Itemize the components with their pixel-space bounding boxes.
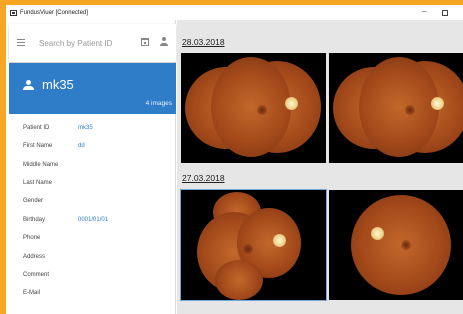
app-window: FundusViuer [Connected] – mk35 4 images …	[6, 5, 463, 314]
field-label: Birthday	[23, 217, 46, 223]
image-gallery: 28.03.2018 27.03.2018	[177, 20, 463, 314]
window-title: FundusViuer [Connected]	[20, 9, 88, 16]
menu-icon[interactable]	[17, 39, 25, 46]
field-label: Address	[23, 254, 46, 260]
field-value: dd	[78, 143, 85, 149]
fundus-image-thumbnail[interactable]	[329, 190, 463, 300]
app-icon	[10, 9, 17, 16]
fundus-image-thumbnail[interactable]	[180, 189, 327, 301]
field-label: Patient ID	[23, 125, 50, 131]
field-label: Gender	[23, 198, 44, 204]
patient-sidebar: mk35 4 images Patient ID mk35 First Name…	[9, 20, 176, 314]
patient-name: mk35	[42, 77, 74, 92]
field-value: 0001/01/01	[78, 217, 109, 223]
field-label: Middle Name	[23, 162, 59, 168]
field-label: Comment	[23, 272, 50, 278]
calendar-icon[interactable]	[141, 38, 149, 46]
field-value: mk35	[78, 125, 93, 131]
fundus-image-thumbnail[interactable]	[329, 53, 463, 163]
person-search-icon[interactable]	[160, 37, 169, 47]
image-count: 4 images	[145, 100, 172, 107]
session-date-label[interactable]: 27.03.2018	[182, 173, 225, 183]
minimize-button[interactable]: –	[422, 7, 426, 17]
field-label: Last Name	[23, 180, 53, 186]
patient-header: mk35 4 images	[9, 63, 176, 114]
field-label: Phone	[23, 235, 41, 241]
search-bar	[9, 24, 176, 62]
search-input[interactable]	[39, 36, 129, 50]
field-label: E-Mail	[23, 290, 41, 296]
fundus-image-thumbnail[interactable]	[181, 53, 326, 163]
person-icon	[23, 80, 34, 90]
maximize-button[interactable]	[442, 10, 448, 16]
title-bar: FundusViuer [Connected] –	[6, 5, 463, 20]
field-label: First Name	[23, 143, 53, 149]
session-date-label[interactable]: 28.03.2018	[182, 37, 225, 47]
